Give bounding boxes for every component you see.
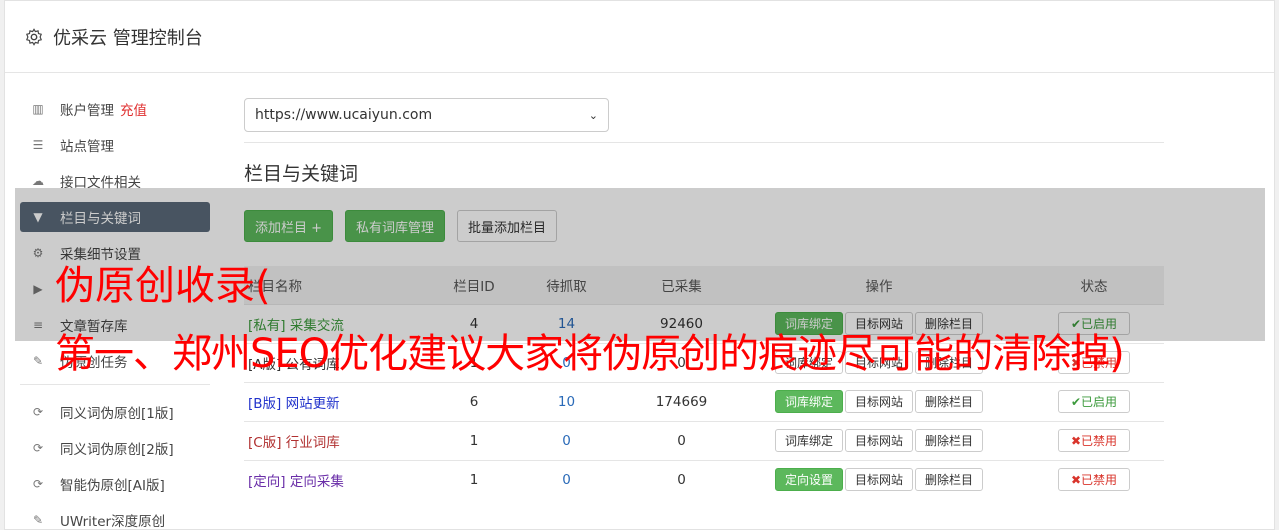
sidebar-item-label: 账户管理 bbox=[60, 103, 114, 119]
sidebar-tool-synonym-v1[interactable]: ⟳ 同义词伪原创[1版] bbox=[20, 397, 210, 427]
edit-icon: ✎ bbox=[32, 354, 44, 368]
delete-column-button[interactable]: 删除栏目 bbox=[915, 390, 984, 413]
watermark-line1: 伪原创收录( bbox=[55, 263, 271, 309]
status-cell: ✖已禁用 bbox=[1024, 459, 1164, 499]
status-cell: ✔已启用 bbox=[1024, 381, 1164, 421]
gear-icon bbox=[26, 27, 42, 46]
pending-count[interactable]: 0 bbox=[504, 459, 629, 499]
sidebar-item-account[interactable]: ▥ 账户管理 充值 bbox=[20, 94, 210, 124]
column-id: 1 bbox=[444, 420, 504, 460]
refresh-icon: ⟳ bbox=[32, 477, 44, 491]
bind-lib-button[interactable]: 词库绑定 bbox=[774, 429, 843, 452]
table-row: [B版] 网站更新 6 10 174669 词库绑定 目标网站 删除栏目 ✔已启用 bbox=[244, 381, 1164, 421]
server-icon: ☰ bbox=[32, 138, 44, 152]
column-name: 行业词库 bbox=[285, 434, 340, 451]
sidebar-item-label: 同义词伪原创[2版] bbox=[60, 442, 174, 458]
column-tag: [B版] bbox=[248, 395, 282, 412]
watermark-line2: 第一、郑州SEO优化建议大家将伪原创的痕迹尽可能的清除掉) bbox=[55, 331, 1125, 377]
column-name: 网站更新 bbox=[285, 395, 340, 412]
status-toggle-button[interactable]: ✔已启用 bbox=[1058, 390, 1130, 413]
edit-icon: ✎ bbox=[32, 513, 44, 527]
sidebar-tool-synonym-v2[interactable]: ⟳ 同义词伪原创[2版] bbox=[20, 433, 210, 463]
column-name-cell[interactable]: [定向] 定向采集 bbox=[244, 459, 444, 499]
sidebar-tool-ai-rewrite[interactable]: ⟳ 智能伪原创[AI版] bbox=[20, 469, 210, 499]
sidebar-item-label: 智能伪原创[AI版] bbox=[60, 478, 165, 494]
column-name: 定向采集 bbox=[289, 473, 344, 490]
delete-column-button[interactable]: 删除栏目 bbox=[915, 468, 984, 492]
column-id: 1 bbox=[444, 459, 504, 499]
collected-count: 0 bbox=[629, 420, 734, 460]
actions-cell: 词库绑定 目标网站 删除栏目 bbox=[734, 381, 1024, 421]
status-toggle-button[interactable]: ✖已禁用 bbox=[1058, 429, 1130, 452]
table-row: [定向] 定向采集 1 0 0 定向设置 目标网站 删除栏目 ✖已禁用 bbox=[244, 459, 1164, 499]
column-tag: [定向] bbox=[248, 473, 286, 490]
pending-count[interactable]: 10 bbox=[504, 381, 629, 421]
column-name-cell[interactable]: [B版] 网站更新 bbox=[244, 381, 444, 421]
site-select-value: https://www.ucaiyun.com bbox=[255, 107, 433, 123]
sidebar-tool-uwriter[interactable]: ✎ UWriter深度原创 bbox=[20, 505, 210, 530]
refresh-icon: ⟳ bbox=[32, 441, 44, 455]
status-toggle-button[interactable]: ✖已禁用 bbox=[1058, 468, 1130, 492]
collected-count: 0 bbox=[629, 459, 734, 499]
bind-lib-button[interactable]: 词库绑定 bbox=[774, 390, 843, 413]
chevron-down-icon: ⌄ bbox=[588, 108, 598, 122]
header: 优采云 管理控制台 bbox=[5, 1, 1274, 73]
target-site-button[interactable]: 目标网站 bbox=[844, 390, 913, 413]
column-name-cell[interactable]: [C版] 行业词库 bbox=[244, 420, 444, 460]
cloud-upload-icon: ☁ bbox=[32, 174, 44, 188]
pending-count[interactable]: 0 bbox=[504, 420, 629, 460]
bind-lib-button[interactable]: 定向设置 bbox=[774, 468, 843, 492]
collected-count: 174669 bbox=[629, 381, 734, 421]
column-id: 6 bbox=[444, 381, 504, 421]
page-title: 优采云 管理控制台 bbox=[53, 27, 203, 49]
target-site-button[interactable]: 目标网站 bbox=[844, 429, 913, 452]
site-select[interactable]: https://www.ucaiyun.com ⌄ bbox=[244, 98, 609, 132]
column-tag: [C版] bbox=[248, 434, 282, 451]
refresh-icon: ⟳ bbox=[32, 405, 44, 419]
recharge-link[interactable]: 充值 bbox=[120, 99, 147, 119]
table-row: [C版] 行业词库 1 0 0 词库绑定 目标网站 删除栏目 ✖已禁用 bbox=[244, 420, 1164, 460]
sidebar-item-label: 同义词伪原创[1版] bbox=[60, 406, 174, 422]
sidebar-item-sites[interactable]: ☰ 站点管理 bbox=[20, 130, 210, 160]
actions-cell: 词库绑定 目标网站 删除栏目 bbox=[734, 420, 1024, 460]
bar-chart-icon: ▥ bbox=[32, 102, 44, 116]
sidebar-item-label: UWriter深度原创 bbox=[60, 514, 166, 530]
target-site-button[interactable]: 目标网站 bbox=[844, 468, 913, 492]
status-cell: ✖已禁用 bbox=[1024, 420, 1164, 460]
delete-column-button[interactable]: 删除栏目 bbox=[915, 429, 984, 452]
sidebar-divider bbox=[20, 384, 210, 385]
actions-cell: 定向设置 目标网站 删除栏目 bbox=[734, 459, 1024, 499]
main-divider bbox=[244, 142, 1164, 143]
section-title: 栏目与关键词 bbox=[244, 163, 359, 185]
sidebar-item-label: 站点管理 bbox=[60, 139, 114, 155]
